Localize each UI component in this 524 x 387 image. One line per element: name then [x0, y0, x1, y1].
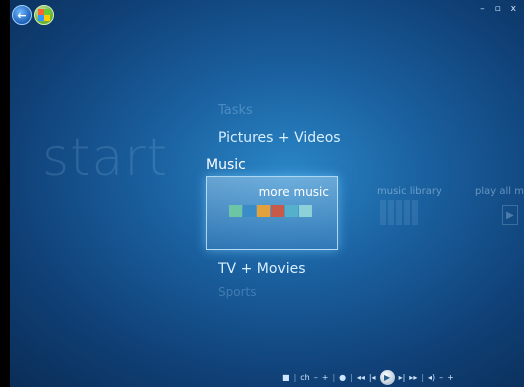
volume-down-button[interactable]: –	[439, 373, 443, 382]
fast-forward-icon[interactable]: ▸▸	[409, 373, 417, 382]
skip-back-icon[interactable]: |◂	[369, 373, 376, 382]
album-thumb	[285, 205, 298, 217]
divider: |	[350, 372, 353, 382]
divider: |	[421, 372, 425, 382]
transport-controls: ■ | ch – + | ● | ◂◂ |◂ ▶ ▸| ▸▸ | ◂) – +	[282, 369, 454, 385]
close-button[interactable]: x	[511, 4, 516, 14]
maximize-button[interactable]: ▫	[495, 4, 501, 14]
album-thumb	[299, 205, 312, 217]
letterbox-bar	[0, 0, 10, 387]
volume-up-button[interactable]: +	[447, 373, 454, 382]
album-thumb	[243, 205, 256, 217]
rewind-icon[interactable]: ◂◂	[357, 373, 365, 382]
menu-music[interactable]: Music	[206, 157, 246, 173]
menu-tv-movies[interactable]: TV + Movies	[218, 261, 306, 277]
album-thumb	[229, 205, 242, 217]
music-library-item[interactable]: music library	[377, 186, 442, 197]
play-icon[interactable]: ▶	[379, 369, 395, 385]
start-watermark: start	[42, 128, 169, 188]
play-all-item[interactable]: play all m	[475, 186, 524, 197]
window-controls: – ▫ x	[480, 4, 516, 14]
skip-forward-icon[interactable]: ▸|	[399, 373, 406, 382]
windows-start-icon[interactable]	[34, 5, 54, 25]
tile-label: more music	[258, 185, 329, 199]
play-all-icon: ▶	[502, 205, 518, 225]
menu-tasks[interactable]: Tasks	[218, 103, 253, 118]
music-library-grid	[380, 200, 420, 225]
album-thumb	[257, 205, 270, 217]
channel-label: ch	[300, 372, 310, 382]
stop-icon[interactable]: ■	[282, 373, 290, 382]
record-icon[interactable]: ●	[339, 373, 346, 382]
channel-up-button[interactable]: +	[322, 373, 329, 382]
more-music-tile[interactable]: more music	[206, 176, 338, 250]
album-thumbnails	[229, 205, 312, 217]
top-left-controls: ←	[12, 5, 54, 25]
back-arrow-icon[interactable]: ←	[12, 5, 32, 25]
minimize-button[interactable]: –	[480, 4, 485, 14]
menu-sports[interactable]: Sports	[218, 285, 256, 299]
menu-pictures-videos[interactable]: Pictures + Videos	[218, 130, 341, 146]
channel-down-button[interactable]: –	[314, 373, 318, 382]
divider: |	[293, 372, 297, 382]
volume-icon[interactable]: ◂)	[428, 373, 435, 382]
divider: |	[332, 372, 336, 382]
album-thumb	[271, 205, 284, 217]
